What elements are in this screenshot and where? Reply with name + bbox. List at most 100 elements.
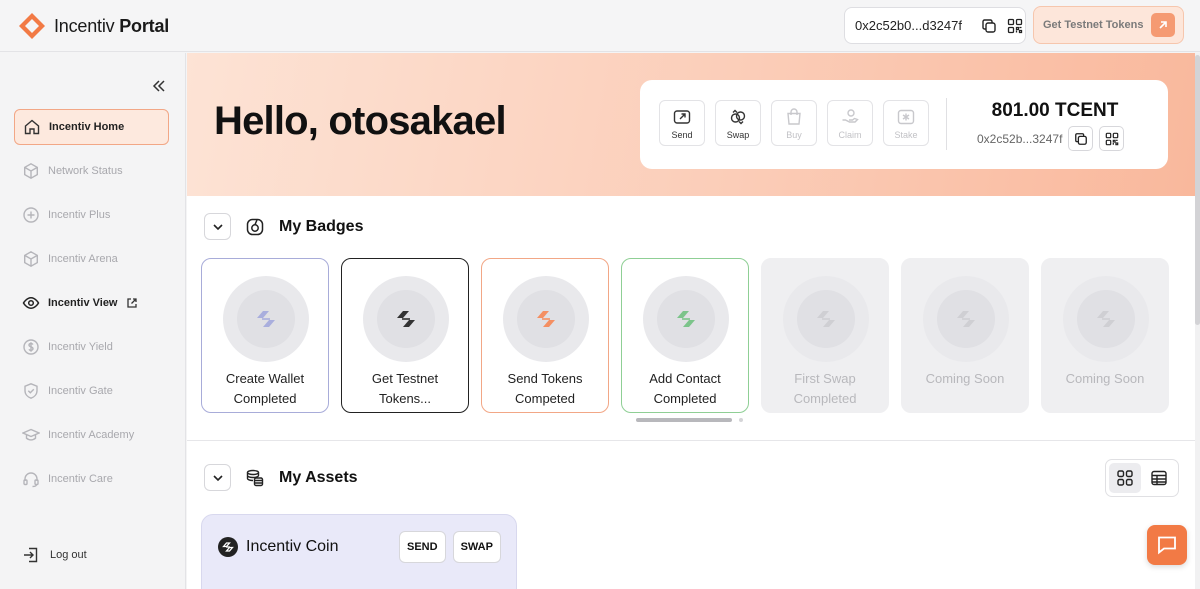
logo[interactable]: Incentiv Portal xyxy=(18,12,169,40)
sidebar-item-label: Incentiv Gate xyxy=(48,385,113,397)
badge-logo-icon xyxy=(957,311,975,327)
badge-card[interactable]: Coming Soon xyxy=(901,258,1029,413)
badge-card[interactable]: Coming Soon xyxy=(1041,258,1169,413)
badge-medal xyxy=(223,276,309,362)
claim-action-button[interactable]: Claim xyxy=(827,100,873,146)
sidebar-item-incentiv-academy[interactable]: Incentiv Academy xyxy=(14,417,169,453)
incentiv-coin-icon xyxy=(218,537,238,557)
greeting-title: Hello, otosakael xyxy=(214,99,507,143)
swap-icon xyxy=(730,109,746,124)
sidebar-nav: Incentiv Home Network Status Incentiv Pl… xyxy=(14,109,169,505)
sidebar-item-label: Incentiv Academy xyxy=(48,429,135,441)
send-action-label: Send xyxy=(671,129,693,140)
view-toggle xyxy=(1105,459,1179,497)
badge-label: Coming Soon xyxy=(925,371,1005,386)
asset-send-button[interactable]: SEND xyxy=(399,531,446,563)
headset-icon xyxy=(23,472,39,488)
sidebar-item-home[interactable]: Incentiv Home xyxy=(14,109,169,145)
badge-logo-icon xyxy=(817,311,835,327)
badges-collapse-button[interactable] xyxy=(204,213,231,240)
badge-medal xyxy=(783,276,869,362)
badge-label: Coming Soon xyxy=(1065,371,1145,386)
send-action-button[interactable]: Send xyxy=(659,100,705,146)
badge-icon xyxy=(246,218,264,235)
assets-collapse-button[interactable] xyxy=(204,464,231,491)
sidebar-item-incentiv-view[interactable]: Incentiv View xyxy=(14,285,169,321)
section-divider xyxy=(187,440,1195,441)
home-icon xyxy=(24,119,40,135)
chevron-down-icon xyxy=(212,474,223,481)
sidebar-item-incentiv-gate[interactable]: Incentiv Gate xyxy=(14,373,169,409)
badges-scroll-thumb[interactable] xyxy=(636,418,732,422)
asset-card[interactable]: Incentiv Coin SEND SWAP xyxy=(201,514,517,589)
sidebar-item-label: Network Status xyxy=(48,165,123,177)
badge-logo-icon xyxy=(537,311,555,327)
sidebar-item-label: Incentiv Care xyxy=(48,473,113,485)
badge-label: Send Tokens Competed xyxy=(507,371,583,406)
badge-logo-icon xyxy=(677,311,695,327)
sidebar-item-incentiv-care[interactable]: Incentiv Care xyxy=(14,461,169,497)
shield-icon xyxy=(24,383,38,399)
swap-action-button[interactable]: Swap xyxy=(715,100,761,146)
asset-name-row: Incentiv Coin xyxy=(218,537,339,557)
sidebar-item-label: Incentiv Home xyxy=(49,121,125,133)
buy-action-label: Buy xyxy=(786,129,802,140)
logo-icon xyxy=(19,13,45,39)
qr-code-icon[interactable] xyxy=(1005,16,1025,36)
wallet-address-pill: 0x2c52b0...d3247f xyxy=(844,7,1026,44)
qr-code-button[interactable] xyxy=(1099,126,1125,151)
arrow-up-right-icon xyxy=(1151,13,1176,37)
sidebar-item-incentiv-arena[interactable]: Incentiv Arena xyxy=(14,241,169,277)
support-chat-button[interactable] xyxy=(1147,525,1187,565)
buy-action-button[interactable]: Buy xyxy=(771,100,817,146)
badge-card[interactable]: Send Tokens Competed xyxy=(481,258,609,413)
table-view-button[interactable] xyxy=(1143,463,1175,493)
badge-logo-icon xyxy=(1097,311,1115,327)
copy-address-button[interactable] xyxy=(1068,126,1094,151)
asset-name: Incentiv Coin xyxy=(246,538,339,555)
grid-icon xyxy=(1117,470,1133,486)
badges-section-header: My Badges xyxy=(204,213,363,240)
stake-action-button[interactable]: Stake xyxy=(883,100,929,146)
balance-address: 0x2c52b...3247f xyxy=(977,131,1063,146)
logout-icon xyxy=(24,547,38,563)
badge-card[interactable]: Get Testnet Tokens... xyxy=(341,258,469,413)
main-scrollbar[interactable] xyxy=(1195,53,1200,589)
asset-actions: SEND SWAP xyxy=(399,531,501,563)
badge-label: Create Wallet Completed xyxy=(225,371,305,406)
badges-scrollbar[interactable] xyxy=(636,418,743,422)
sidebar-item-incentiv-plus[interactable]: Incentiv Plus xyxy=(14,197,169,233)
assets-title: My Assets xyxy=(279,468,358,486)
claim-action-label: Claim xyxy=(838,129,862,140)
logout-button[interactable]: Log out xyxy=(22,546,87,564)
cube-icon xyxy=(24,250,38,268)
badge-medal xyxy=(643,276,729,362)
logout-label: Log out xyxy=(50,549,87,561)
badge-card[interactable]: Add Contact Completed xyxy=(621,258,749,413)
send-icon xyxy=(673,109,691,124)
get-testnet-tokens-button[interactable]: Get Testnet Tokens xyxy=(1033,6,1184,44)
grid-view-button[interactable] xyxy=(1109,463,1141,493)
badge-card[interactable]: First Swap Completed xyxy=(761,258,889,413)
main-content: Hello, otosakael Send Swap Buy Claim Sta… xyxy=(187,53,1195,589)
badge-medal xyxy=(923,276,1009,362)
main-scroll-thumb[interactable] xyxy=(1195,55,1200,325)
badge-medal-inner xyxy=(657,290,715,348)
graduation-cap-icon xyxy=(22,428,40,441)
copy-icon[interactable] xyxy=(979,16,999,36)
sidebar-item-label: Incentiv Yield xyxy=(48,341,113,353)
stake-action-label: Stake xyxy=(894,129,918,140)
chat-icon xyxy=(1158,536,1176,555)
badge-medal-inner xyxy=(517,290,575,348)
coins-stack-icon xyxy=(246,469,264,486)
sidebar-item-network-status[interactable]: Network Status xyxy=(14,153,169,189)
hero-banner: Hello, otosakael Send Swap Buy Claim Sta… xyxy=(187,53,1195,196)
wallet-actions: Send Swap Buy Claim Stake xyxy=(659,100,929,146)
badge-medal-inner xyxy=(1077,290,1135,348)
collapse-sidebar-icon[interactable] xyxy=(150,77,168,95)
sidebar-item-incentiv-yield[interactable]: Incentiv Yield xyxy=(14,329,169,365)
asset-swap-button[interactable]: SWAP xyxy=(452,531,501,563)
badges-list: Create Wallet Completed Get Testnet Token… xyxy=(201,258,1169,413)
badge-label: Add Contact Completed xyxy=(649,371,721,406)
badge-card[interactable]: Create Wallet Completed xyxy=(201,258,329,413)
